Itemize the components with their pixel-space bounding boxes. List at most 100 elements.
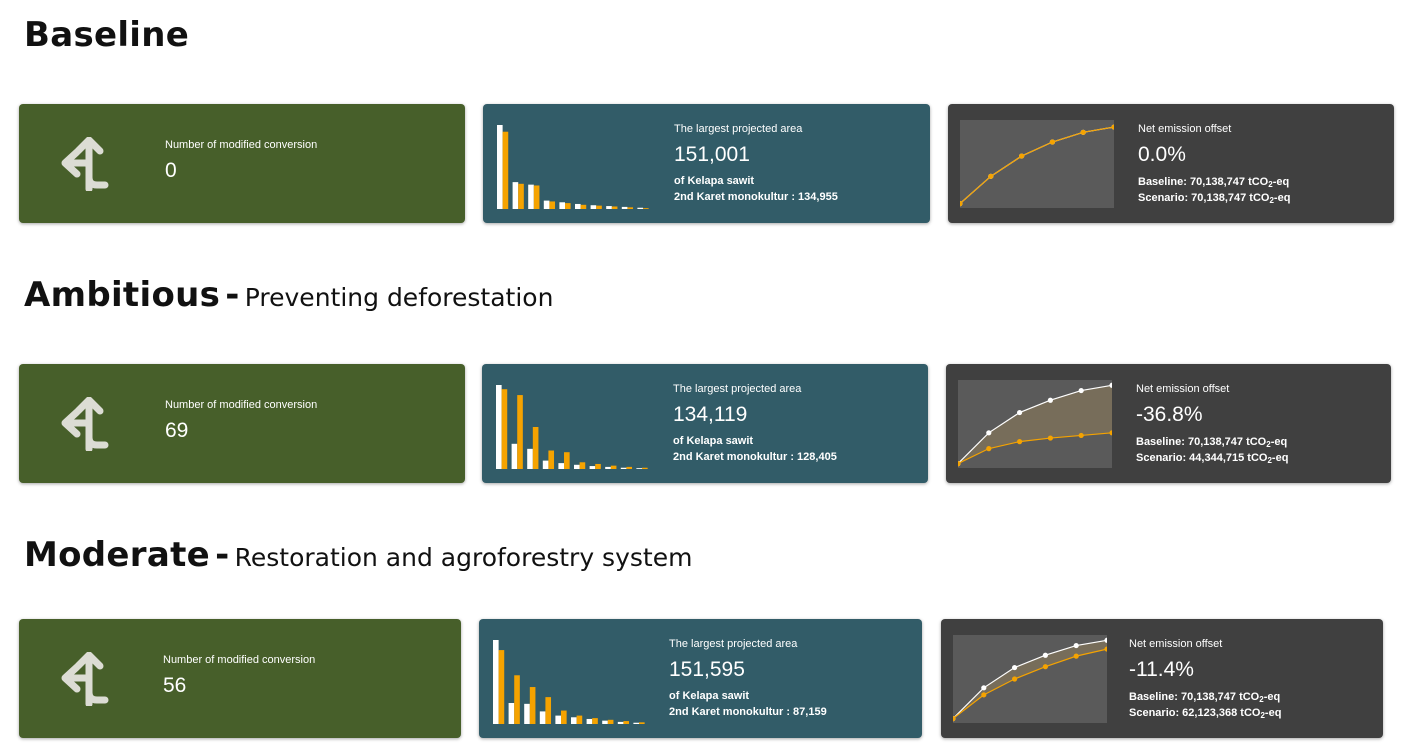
area-second: 2nd Karet monokultur : 87,159 <box>669 706 827 718</box>
area-label: The largest projected area <box>673 383 802 395</box>
chart-bar <box>627 207 634 209</box>
chart-bar <box>555 715 562 724</box>
chart-bar <box>508 703 515 724</box>
conversion-card[interactable]: Number of modified conversion 0 <box>19 104 465 223</box>
chart-bar <box>517 395 523 469</box>
heading-subtitle: Restoration and agroforestry system <box>234 543 693 572</box>
chart-bar <box>493 640 499 724</box>
chart-point <box>981 692 987 698</box>
split-arrow-icon <box>61 137 109 191</box>
chart-bar <box>545 697 552 724</box>
chart-plot-area <box>960 120 1114 208</box>
chart-point <box>1017 439 1023 445</box>
heading-baseline: Baseline <box>24 18 189 52</box>
chart-bar <box>586 718 593 724</box>
chart-bar <box>565 203 571 209</box>
area-bar-chart <box>496 385 648 469</box>
heading-ambitious: Ambitious - Preventing deforestation <box>24 278 553 312</box>
chart-bar <box>502 131 509 209</box>
conversion-value: 56 <box>163 674 187 697</box>
chart-point <box>986 446 992 452</box>
chart-point <box>1042 664 1048 670</box>
chart-bar <box>623 721 630 724</box>
area-first: of Kelapa sawit <box>674 175 755 187</box>
emission-scenario: Scenario: 44,344,715 tCO2-eq <box>1136 452 1289 465</box>
emission-value: 0.0% <box>1138 143 1186 166</box>
chart-point <box>1019 153 1025 159</box>
chart-point <box>981 685 987 691</box>
emission-label: Net emission offset <box>1129 638 1223 650</box>
chart-bar <box>602 720 608 724</box>
chart-bar <box>548 450 555 469</box>
chart-bar <box>576 715 583 724</box>
heading-dash: - <box>225 275 240 315</box>
chart-bar <box>542 460 549 469</box>
chart-bar <box>590 205 597 209</box>
emission-scenario: Scenario: 62,123,368 tCO2-eq <box>1129 707 1282 720</box>
chart-bar <box>633 722 640 724</box>
chart-bar <box>580 204 587 209</box>
area-card[interactable]: The largest projected area 134,119 of Ke… <box>482 364 928 483</box>
emission-baseline: Baseline: 70,138,747 tCO2-eq <box>1138 176 1290 189</box>
chart-bar <box>533 185 540 209</box>
chart-bar <box>637 207 644 209</box>
chart-bar <box>511 443 518 469</box>
chart-point <box>1047 397 1053 403</box>
chart-bar <box>617 721 624 724</box>
heading-moderate: Moderate - Restoration and agroforestry … <box>24 538 692 572</box>
emission-line-chart <box>958 380 1112 468</box>
chart-point <box>1012 664 1018 671</box>
chart-bar <box>626 466 633 469</box>
chart-bar <box>543 200 550 209</box>
conversion-value: 69 <box>165 419 189 442</box>
conversion-card[interactable]: Number of modified conversion 56 <box>19 619 461 738</box>
emission-line-chart <box>960 120 1114 208</box>
emission-value: -11.4% <box>1129 658 1194 681</box>
chart-bar <box>639 722 645 724</box>
area-card[interactable]: The largest projected area 151,001 of Ke… <box>483 104 930 223</box>
chart-bar <box>532 427 539 469</box>
emission-baseline: Baseline: 70,138,747 tCO2-eq <box>1136 436 1288 449</box>
chart-bar <box>529 687 536 724</box>
chart-bar <box>497 125 503 209</box>
chart-bar <box>611 206 618 209</box>
chart-bar <box>642 467 648 469</box>
chart-bar <box>620 467 627 469</box>
chart-bar <box>575 203 581 209</box>
heading-title: Baseline <box>24 15 190 55</box>
chart-bar <box>595 463 601 469</box>
chart-point <box>1078 387 1084 394</box>
area-card[interactable]: The largest projected area 151,595 of Ke… <box>479 619 922 738</box>
chart-bar <box>528 184 534 209</box>
conversion-card[interactable]: Number of modified conversion 69 <box>19 364 465 483</box>
chart-bar <box>518 183 524 209</box>
emission-card[interactable]: Net emission offset 0.0% Baseline: 70,13… <box>948 104 1394 223</box>
emission-card[interactable]: Net emission offset -11.4% Baseline: 70,… <box>941 619 1383 738</box>
chart-bar <box>558 463 565 469</box>
chart-point <box>1042 652 1048 658</box>
chart-bar <box>607 719 614 724</box>
chart-bar <box>498 650 505 724</box>
area-label: The largest projected area <box>674 123 803 135</box>
chart-bar <box>589 466 596 469</box>
emission-label: Net emission offset <box>1138 123 1232 135</box>
emission-card[interactable]: Net emission offset -36.8% Baseline: 70,… <box>946 364 1391 483</box>
chart-bar <box>592 718 598 724</box>
chart-bar <box>571 717 577 724</box>
chart-bar <box>610 465 617 469</box>
chart-bar <box>501 389 508 469</box>
chart-bar <box>579 462 586 469</box>
area-bar-chart <box>493 640 645 724</box>
chart-bar <box>559 202 566 209</box>
chart-bar <box>606 206 612 209</box>
chart-bar <box>621 206 628 209</box>
chart-bar <box>574 464 580 469</box>
area-label: The largest projected area <box>669 638 798 650</box>
chart-point <box>1047 435 1053 441</box>
chart-bar <box>605 466 611 469</box>
split-arrow-icon <box>61 397 109 451</box>
chart-bar <box>564 452 570 469</box>
conversion-value: 0 <box>165 159 177 182</box>
area-bar-chart <box>497 125 649 209</box>
chart-point <box>1049 139 1055 145</box>
